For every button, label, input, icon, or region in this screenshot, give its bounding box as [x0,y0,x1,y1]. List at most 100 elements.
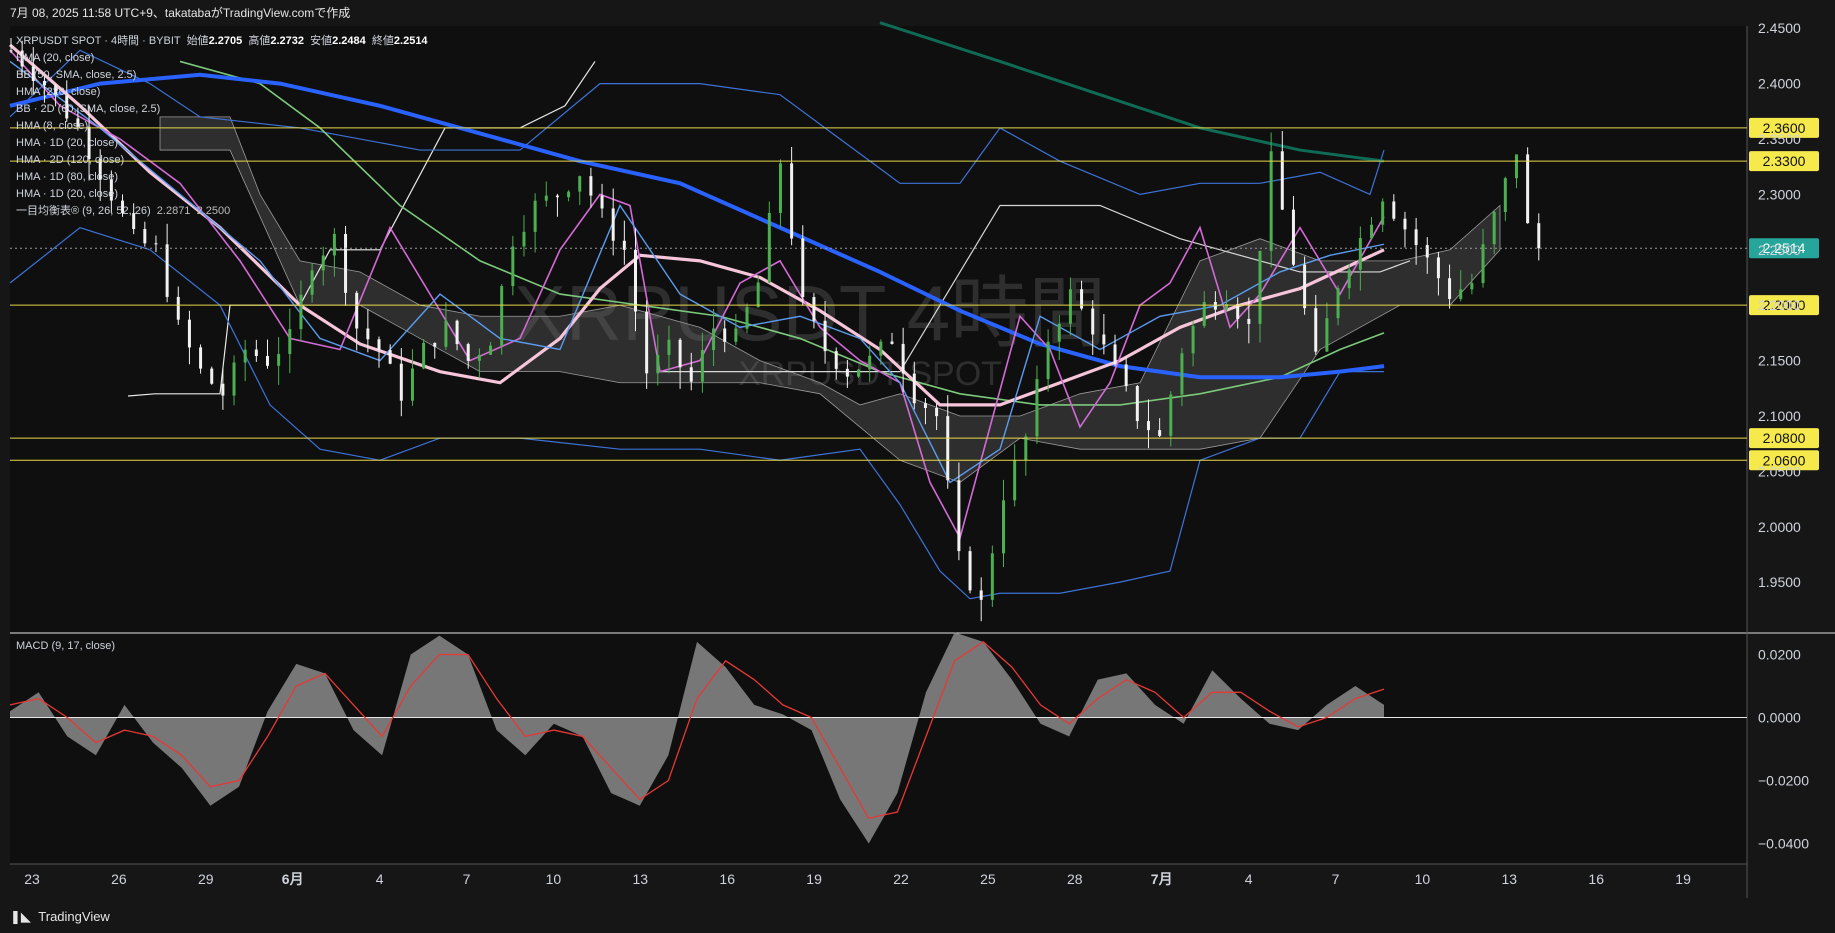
candle-body [221,383,225,396]
candle-body [433,342,437,347]
indicator-row[interactable]: HMA (8, close) [16,118,428,135]
candle-body [589,176,593,196]
time-tick-label: 23 [24,871,40,887]
candle-body [678,339,682,368]
candle-body [1191,325,1195,354]
candle-body [489,345,493,355]
price-axis[interactable]: 2.4500 2.4000 2.3500 2.3000 2.2500 2.2000 2.15… [1758,20,1801,590]
indicator-row[interactable]: HMA · 2D (120, close) [16,152,428,169]
chart-legend: XRPUSDT SPOT · 4時間 · BYBIT 始値2.2705 高値2.… [16,33,428,220]
candle-body [1258,250,1262,324]
candle-body [143,229,147,244]
candle-body [1124,364,1128,387]
candle-body [500,286,504,346]
candle-body [790,163,794,239]
candle-body [410,368,414,401]
price-tick-label: 2.0000 [1758,519,1801,535]
candle-body [700,350,704,382]
price-tick-label: 2.3500 [1758,131,1801,147]
open-label: 始値 [186,35,209,47]
candle-body [1068,289,1072,324]
candle-body [1280,151,1284,210]
low-value: 2.2484 [332,35,366,47]
time-tick-label: 22 [893,871,909,887]
candle-body [344,233,348,293]
time-tick-label: 13 [633,871,649,887]
indicator-row[interactable]: HMA · 1D (20, close) [16,135,428,152]
candle-body [332,233,336,256]
macd-legend[interactable]: MACD (9, 17, close) [16,640,115,652]
tradingview-logo-icon[interactable]: ❚◣ [10,900,31,933]
time-tick-label: 26 [111,871,127,887]
time-tick-label: 16 [719,871,735,887]
candle-body [165,244,169,297]
candle-body [1459,289,1463,299]
symbol-line: XRPUSDT SPOT · 4時間 · BYBIT [16,35,181,47]
time-tick-label: 25 [980,871,996,887]
candle-body [1392,201,1396,219]
candle-body [1213,301,1217,310]
candle-body [477,354,481,361]
candle-body [857,369,861,377]
candle-body [1403,218,1407,230]
indicator-row[interactable]: HMA · 1D (20, close) [16,186,428,203]
candle-body [1358,238,1362,270]
candle-body [923,403,927,408]
candle-body [600,195,604,209]
candle-body [633,249,637,312]
candle-body [645,311,649,374]
macd-axis[interactable]: 0.0200 0.0000 −0.0200 −0.0400 [1758,646,1809,851]
candle-body [544,195,548,201]
candle-body [1180,353,1184,395]
level-label: 2.0800 [1763,430,1806,446]
candle-body [399,363,403,401]
time-tick-label: 28 [1067,871,1083,887]
ichimoku-value: 2.2500 [196,205,231,217]
candle-body [1537,223,1541,249]
price-tick-label: 2.2500 [1758,242,1801,258]
candle-body [176,296,180,320]
candle-body [210,368,214,384]
candle-body [968,551,972,591]
candle-body [444,320,448,347]
indicator-row[interactable]: BB (50, SMA, close, 2.5) [16,67,428,84]
macd-tick-label: 0.0000 [1758,709,1801,725]
ichimoku-label: 一目均衡表® (9, 26, 52, 26) [16,205,151,217]
candle-body [388,350,392,364]
candle-body [243,349,247,363]
price-tick-label: 2.0500 [1758,463,1801,479]
candle-body [1146,421,1150,431]
candle-body [299,294,303,330]
candle-body [656,354,660,374]
time-tick-label: 4 [1245,871,1253,887]
time-tick-label: 7 [1332,871,1340,887]
indicator-row[interactable]: BB · 2D (60, SMA, close, 2.5) [16,101,428,118]
candle-body [1381,201,1385,225]
indicator-row[interactable]: HMA · 1D (80, close) [16,169,428,186]
candle-body [745,307,749,329]
time-axis[interactable]: 23 26 29 6月 4 7 10 13 16 19 22 25 28 7月 4 7 10 13 16 19 [24,871,1691,887]
candle-body [1091,308,1095,335]
candle-body [9,50,13,52]
candle-body [366,328,370,340]
candle-body [1013,460,1017,501]
macd-tick-label: −0.0200 [1758,773,1809,789]
tradingview-brand[interactable]: TradingView [38,909,110,924]
ichimoku-row[interactable]: 一目均衡表® (9, 26, 52, 26) 2.2871 2.2500 [16,203,428,220]
symbol-row[interactable]: XRPUSDT SPOT · 4時間 · BYBIT 始値2.2705 高値2.… [16,33,428,50]
candle-body [1024,436,1028,461]
indicator-row[interactable]: HMA (220, close) [16,84,428,101]
candle-body [801,238,805,298]
time-tick-label: 19 [806,871,822,887]
candle-body [1492,212,1496,245]
candle-body [254,349,258,357]
candle-body [879,341,883,356]
time-tick-label: 19 [1675,871,1691,887]
candle-body [767,212,771,283]
time-tick-label: 7月 [1151,871,1173,887]
candle-body [1470,283,1474,290]
candle-body [377,339,381,351]
indicator-row[interactable]: HMA (20, close) [16,50,428,67]
price-tick-label: 2.1000 [1758,408,1801,424]
candle-body [1291,209,1295,265]
